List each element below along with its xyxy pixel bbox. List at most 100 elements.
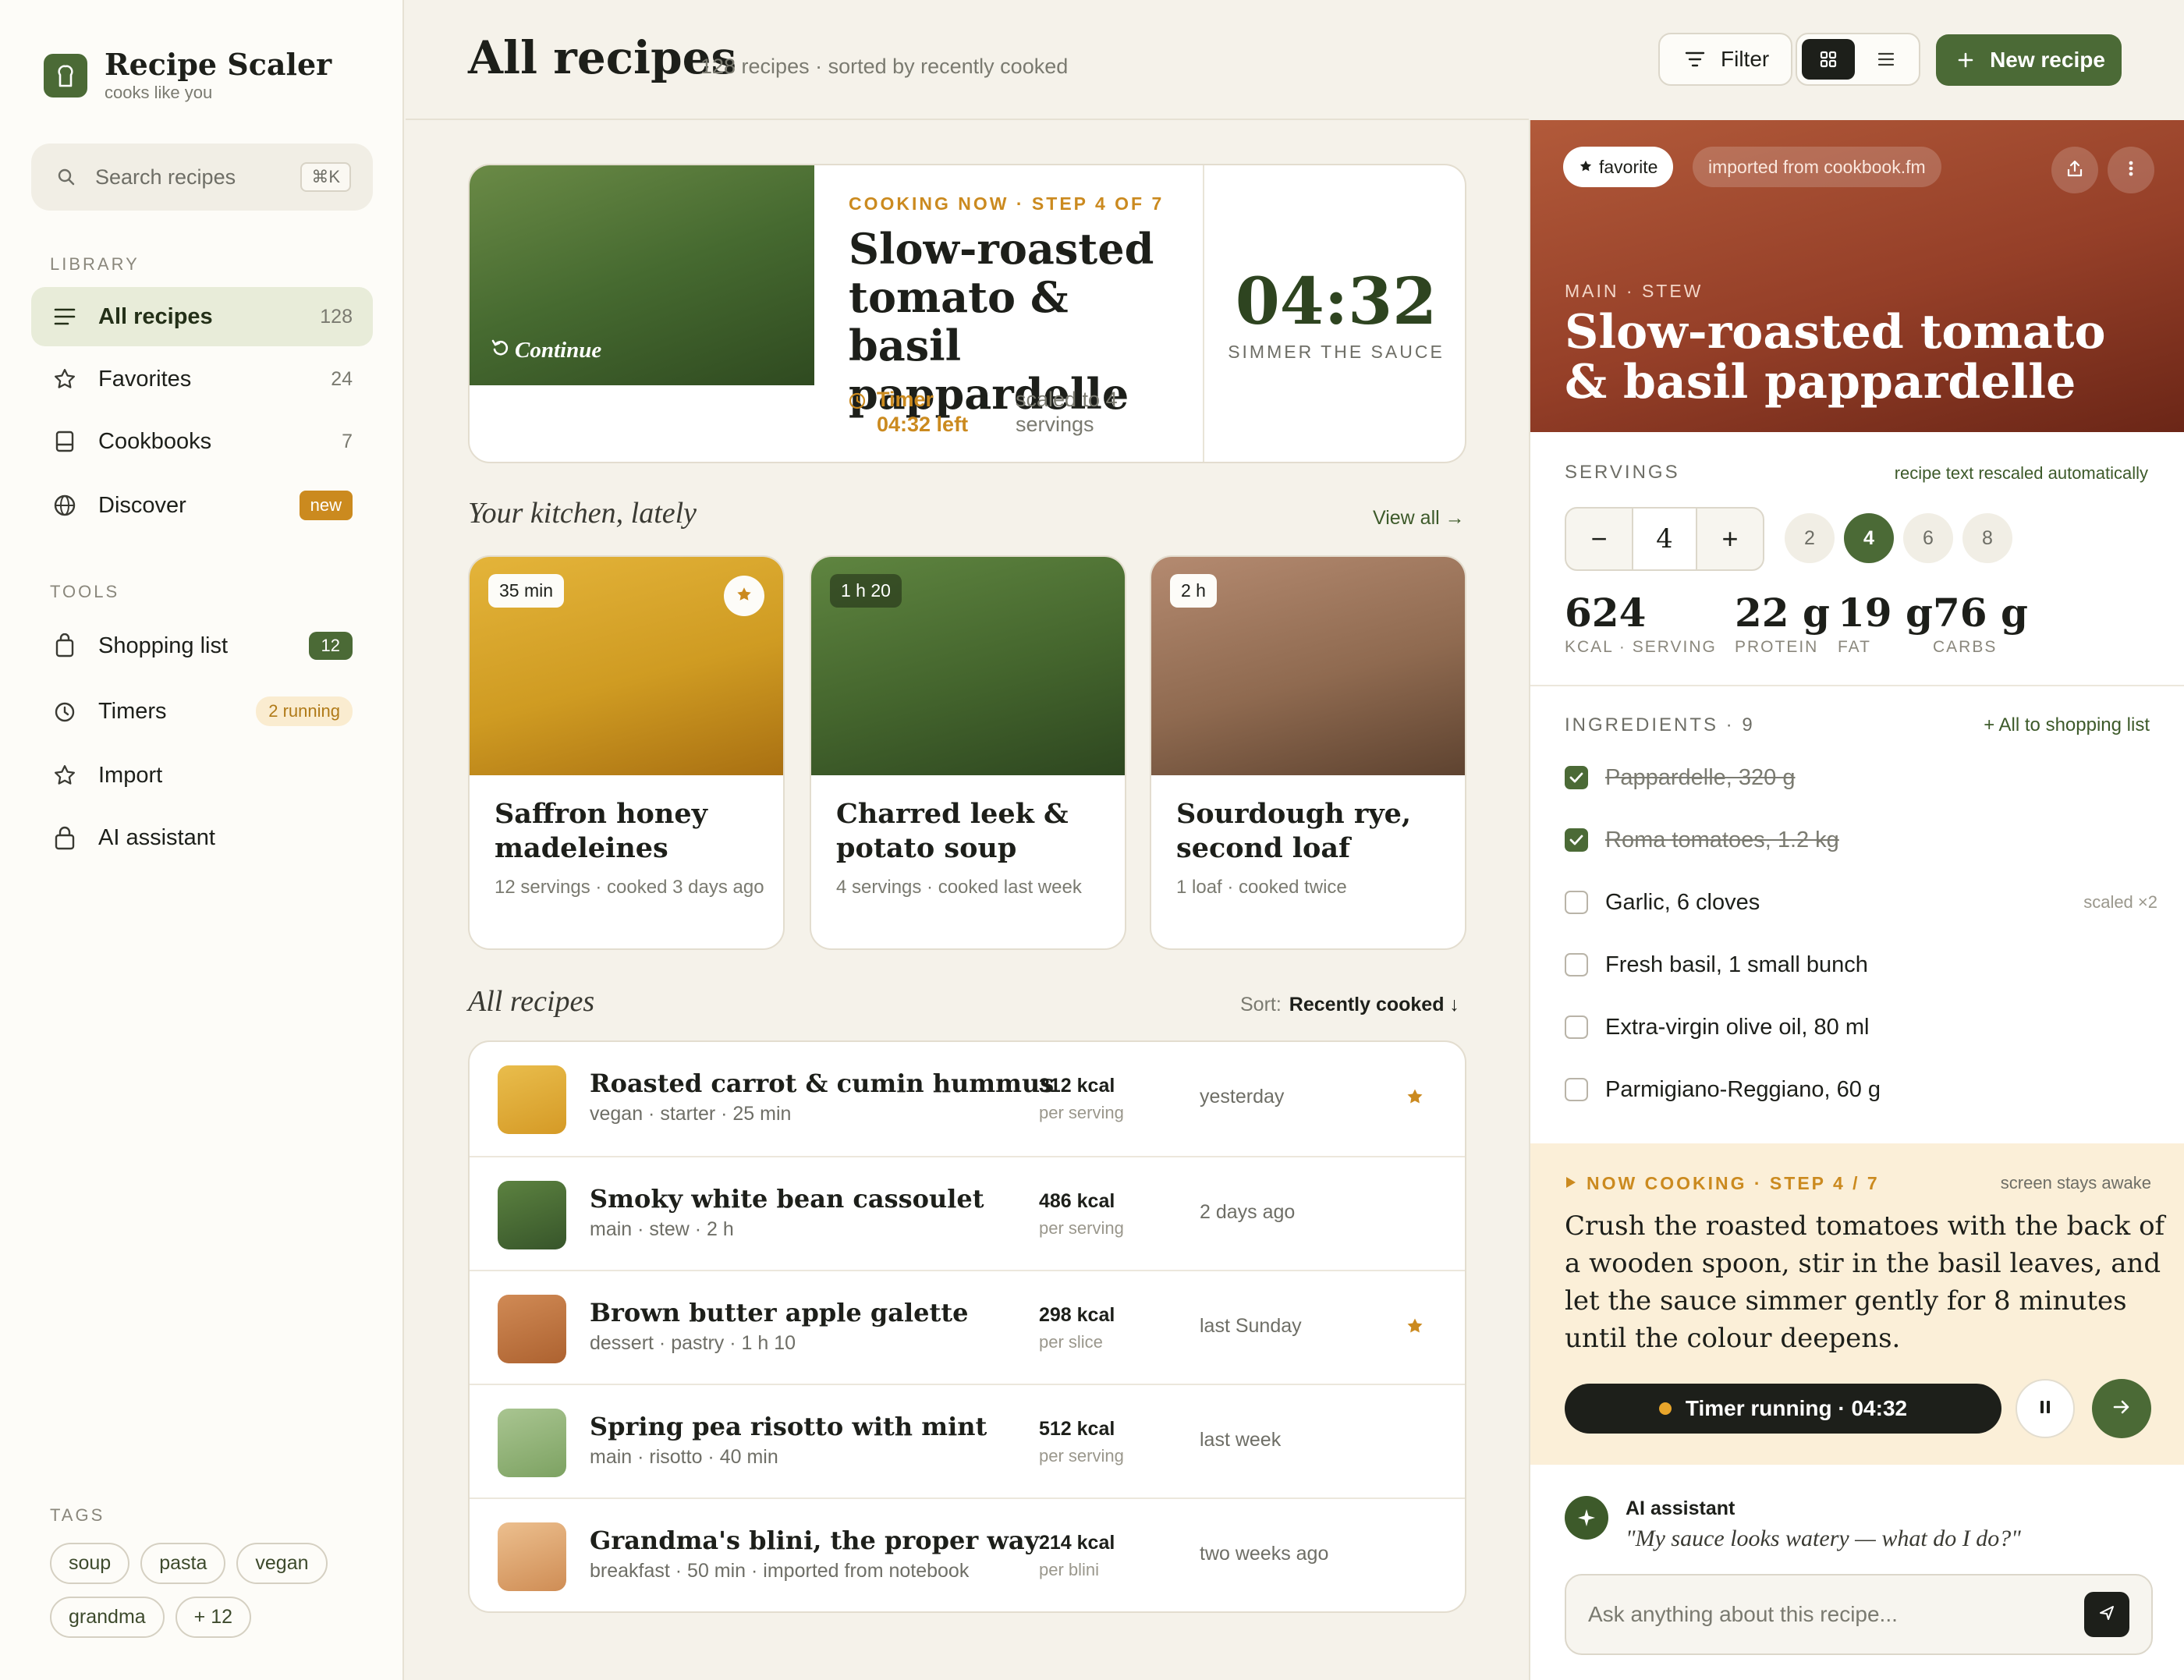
ingredient-item[interactable]: Fresh basil, 1 small bunch xyxy=(1565,945,2157,984)
table-row[interactable]: Smoky white bean cassoulet main · stew ·… xyxy=(470,1156,1465,1270)
table-row[interactable]: Spring pea risotto with mint main · riso… xyxy=(470,1384,1465,1497)
assistant-input[interactable]: Ask anything about this recipe... xyxy=(1565,1574,2153,1655)
sort-value: Recently cooked ↓ xyxy=(1289,994,1459,1015)
search-icon xyxy=(53,164,80,190)
recipe-title: Slow-roasted tomato & basil pappardelle xyxy=(1565,305,2106,409)
pause-button[interactable] xyxy=(2016,1379,2075,1438)
sidebar-item-label: Discover xyxy=(98,492,186,518)
countdown-label: SIMMER THE SAUCE xyxy=(1228,342,1445,362)
cook-time-badge: 35 min xyxy=(488,574,565,608)
servings-preset[interactable]: 8 xyxy=(1962,513,2012,563)
favorite-pill-label: favorite xyxy=(1599,156,1658,177)
tag-chip[interactable]: pasta xyxy=(140,1543,226,1584)
next-step-button[interactable] xyxy=(2092,1379,2151,1438)
cooking-now-card[interactable]: Continue COOKING NOW · STEP 4 OF 7 Slow-… xyxy=(468,164,1466,463)
ingredient-item[interactable]: Parmigiano-Reggiano, 60 g xyxy=(1565,1070,2157,1109)
table-row[interactable]: Roasted carrot & cumin hummus vegan · st… xyxy=(470,1042,1465,1156)
play-icon xyxy=(1565,1173,1577,1194)
list-view-button[interactable] xyxy=(1860,39,1913,80)
import-source-pill[interactable]: imported from cookbook.fm xyxy=(1693,147,1941,187)
all-recipes-heading: All recipes xyxy=(468,985,595,1018)
send-button[interactable] xyxy=(2084,1592,2129,1637)
ingredient-item[interactable]: Garlic, 6 cloves scaled ×2 xyxy=(1565,883,2157,922)
grid-view-button[interactable] xyxy=(1802,39,1855,80)
sidebar-item-shopping-list[interactable]: Shopping list 12 xyxy=(31,616,373,675)
continue-button[interactable]: Continue xyxy=(491,338,601,363)
ingredient-item[interactable]: Roma tomatoes, 1.2 kg xyxy=(1565,821,2157,859)
decrease-servings-button[interactable]: − xyxy=(1566,509,1632,569)
sidebar-item-ai-assistant[interactable]: AI assistant xyxy=(31,808,373,867)
sidebar-item-cookbooks[interactable]: Cookbooks 7 xyxy=(31,412,373,471)
divider xyxy=(1530,685,2184,686)
search-input[interactable]: Search recipes ⌘K xyxy=(31,144,373,211)
table-row[interactable]: Grandma's blini, the proper way breakfas… xyxy=(470,1497,1465,1611)
recipe-card[interactable]: 35 min Saffron honey madeleines 12 servi… xyxy=(468,555,785,950)
timers-running-badge: 2 running xyxy=(256,696,353,726)
view-all-link[interactable]: View all → xyxy=(1373,507,1465,530)
servings-preset[interactable]: 6 xyxy=(1903,513,1953,563)
recipe-meta: vegan · starter · 25 min xyxy=(590,1103,792,1125)
checkbox[interactable] xyxy=(1565,1015,1588,1039)
checkbox-checked[interactable] xyxy=(1565,766,1588,789)
pause-icon xyxy=(2039,1399,2051,1419)
favorite-pill[interactable]: favorite xyxy=(1563,147,1674,187)
recipe-title: Smoky white bean cassoulet xyxy=(590,1184,984,1214)
recipe-title: Roasted carrot & cumin hummus xyxy=(590,1069,1055,1098)
table-row[interactable]: Brown butter apple galette dessert · pas… xyxy=(470,1270,1465,1384)
recipe-meta: breakfast · 50 min · imported from noteb… xyxy=(590,1560,970,1582)
assistant-suggestion[interactable]: "My sauce looks watery — what do I do?" xyxy=(1626,1526,2021,1552)
sidebar-item-all-recipes[interactable]: All recipes 128 xyxy=(31,287,373,346)
ingredient-text: Pappardelle, 320 g xyxy=(1605,764,1796,790)
checkbox[interactable] xyxy=(1565,1078,1588,1101)
sidebar-item-discover[interactable]: Discover new xyxy=(31,476,373,535)
star-icon[interactable] xyxy=(1406,1087,1424,1110)
filter-button[interactable]: Filter xyxy=(1658,33,1793,86)
servings-preset[interactable]: 2 xyxy=(1785,513,1835,563)
last-cooked: last Sunday xyxy=(1200,1315,1302,1337)
recipe-card-title: Charred leek & potato soup xyxy=(836,798,1069,864)
arrow-right-icon xyxy=(2113,1400,2130,1418)
sidebar-item-favorites[interactable]: Favorites 24 xyxy=(31,349,373,409)
timer-label: Timer xyxy=(877,388,934,411)
sidebar-item-import[interactable]: Import xyxy=(31,746,373,805)
favorite-button[interactable] xyxy=(724,576,764,616)
step-instructions: Crush the roasted tomatoes with the back… xyxy=(1565,1210,2165,1354)
add-to-shopping-list-link[interactable]: + All to shopping list xyxy=(1984,714,2150,736)
tag-chip[interactable]: vegan xyxy=(236,1543,328,1584)
sidebar-item-timers[interactable]: Timers 2 running xyxy=(31,682,373,741)
ingredient-item[interactable]: Extra-virgin olive oil, 80 ml xyxy=(1565,1008,2157,1047)
new-recipe-button[interactable]: New recipe xyxy=(1936,34,2122,86)
share-button[interactable] xyxy=(2051,147,2098,193)
recipe-meta: dessert · pastry · 1 h 10 xyxy=(590,1332,796,1354)
checkbox-checked[interactable] xyxy=(1565,828,1588,852)
recipe-photo: Continue xyxy=(470,165,814,385)
continue-label: Continue xyxy=(515,338,602,363)
ingredient-item[interactable]: Pappardelle, 320 g xyxy=(1565,758,2157,797)
recipe-card[interactable]: 2 h Sourdough rye, second loaf 1 loaf · … xyxy=(1150,555,1466,950)
list-icon xyxy=(51,303,78,330)
more-tags-chip[interactable]: + 12 xyxy=(175,1597,252,1638)
assistant-name: AI assistant xyxy=(1626,1497,1736,1519)
checkbox[interactable] xyxy=(1565,953,1588,976)
step-eyebrow: NOW COOKING · STEP 4 / 7 xyxy=(1565,1173,1880,1194)
recipe-detail-panel: favorite imported from cookbook.fm MAIN … xyxy=(1529,120,2184,1680)
recipe-card[interactable]: 1 h 20 Charred leek & potato soup 4 serv… xyxy=(810,555,1126,950)
tag-chip[interactable]: grandma xyxy=(50,1597,165,1638)
sort-dropdown[interactable]: Sort: Recently cooked ↓ xyxy=(1240,994,1459,1016)
brand[interactable]: Recipe Scaler cooks like you xyxy=(44,48,332,103)
more-button[interactable] xyxy=(2108,147,2154,193)
status-dot xyxy=(1658,1402,1672,1415)
servings-value[interactable]: 4 xyxy=(1632,509,1697,569)
cooking-now-timer: Timer 04:32 left xyxy=(849,387,968,437)
nutrition-value: 19 g xyxy=(1838,590,1933,636)
checkbox[interactable] xyxy=(1565,891,1588,914)
sidebar-item-label: Import xyxy=(98,762,163,788)
tag-list: soup pasta vegan grandma + 12 xyxy=(50,1543,362,1638)
servings-preset-selected[interactable]: 4 xyxy=(1844,513,1894,563)
timer-running-pill[interactable]: Timer running · 04:32 xyxy=(1565,1384,2001,1434)
star-icon[interactable] xyxy=(1406,1317,1424,1339)
tag-chip[interactable]: soup xyxy=(50,1543,130,1584)
sort-label: Sort: xyxy=(1240,994,1282,1015)
nutrition-value: 624 xyxy=(1565,590,1647,636)
increase-servings-button[interactable]: + xyxy=(1697,509,1763,569)
